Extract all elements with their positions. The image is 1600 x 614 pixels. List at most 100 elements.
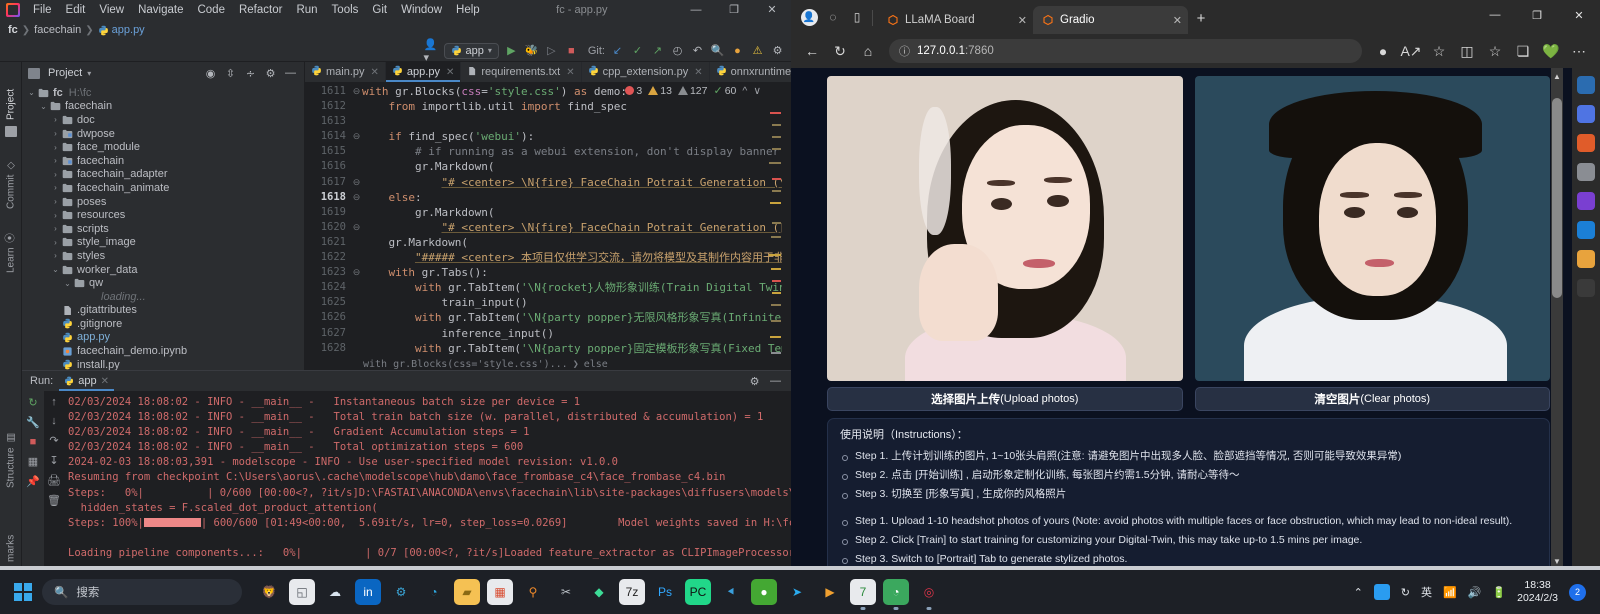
menu-window[interactable]: Window: [394, 2, 449, 18]
store-icon[interactable]: ▦: [487, 579, 513, 605]
vscode-icon[interactable]: ⯇: [718, 579, 744, 605]
project-file-tree[interactable]: ⌄ fc H:\fc ⌄ facechain › doc › dwpose › face_modul…: [22, 84, 304, 370]
breadcrumb-root[interactable]: fc: [8, 24, 18, 36]
git-history-icon[interactable]: ◴: [670, 43, 685, 58]
layout-icon[interactable]: ▦: [28, 455, 38, 468]
code-line[interactable]: inference_input(): [362, 326, 791, 341]
7zip-icon[interactable]: 7z: [619, 579, 645, 605]
favorites-icon[interactable]: ☆: [1482, 38, 1508, 64]
tree-item-poses[interactable]: › poses: [22, 195, 304, 209]
print-icon[interactable]: 🖨: [47, 474, 61, 487]
code-line[interactable]: "# <center> \N{fire} FaceChain Potrait G…: [362, 175, 791, 190]
inspection-marker[interactable]: [771, 304, 781, 306]
tree-item-face-module[interactable]: › face_module: [22, 140, 304, 154]
inspection-marker[interactable]: [771, 320, 781, 322]
wifi-icon[interactable]: 📶: [1443, 586, 1457, 599]
immersive-reader-icon[interactable]: A↗: [1398, 38, 1424, 64]
taskbar-search-box[interactable]: 🔍 搜索: [42, 579, 242, 605]
close-icon[interactable]: ✕: [101, 376, 109, 387]
inspection-marker[interactable]: [772, 292, 781, 294]
weather-icon[interactable]: ☁: [322, 579, 348, 605]
new-tab-button[interactable]: +: [1188, 5, 1214, 31]
sidebar-customize-icon[interactable]: [1577, 279, 1595, 297]
tree-item-dwpose[interactable]: › dwpose: [22, 127, 304, 141]
close-icon[interactable]: ✕: [371, 67, 379, 78]
code-line[interactable]: inference_inpaint(): [362, 356, 791, 358]
browser-maximize-button[interactable]: ❐: [1516, 0, 1558, 30]
tree-item-facechain-adapter[interactable]: › facechain_adapter: [22, 168, 304, 182]
code-folding-gutter[interactable]: ⊖ ⊖ ⊖ ⊖ ⊖ ⊖: [351, 82, 362, 357]
code-line[interactable]: gr.Markdown(: [362, 205, 791, 220]
code-line[interactable]: with gr.Tabs():: [362, 265, 791, 280]
git-push-icon[interactable]: ↗: [650, 43, 665, 58]
tree-expand-arrow-icon[interactable]: ›: [50, 129, 61, 138]
upload-photos-button[interactable]: 选择图片上传 (Upload photos): [827, 387, 1183, 411]
sidebar-item-project[interactable]: Project: [0, 64, 22, 124]
clear-all-icon[interactable]: 🗑: [47, 494, 61, 507]
profile-icon[interactable]: 👤: [797, 3, 821, 31]
inspection-marker[interactable]: [772, 280, 781, 282]
calendar-icon[interactable]: 7: [850, 579, 876, 605]
favorite-star-icon[interactable]: ☆: [1426, 38, 1452, 64]
run-settings-icon[interactable]: ⚙: [747, 374, 762, 389]
settings-icon[interactable]: ⚙: [770, 43, 785, 58]
browser-tab-gradio[interactable]: Gradio ✕: [1033, 6, 1188, 34]
sourcetree-icon[interactable]: ◆: [586, 579, 612, 605]
scroll-down-icon[interactable]: ↓: [51, 415, 57, 427]
menu-file[interactable]: File: [26, 2, 59, 18]
telegram-icon[interactable]: ➤: [784, 579, 810, 605]
hide-panel-icon[interactable]: —: [283, 66, 298, 81]
inspection-marker[interactable]: [770, 336, 781, 338]
inspection-marker[interactable]: [772, 124, 781, 126]
clear-photos-button[interactable]: 清空图片 (Clear photos): [1194, 387, 1550, 411]
collapse-all-icon[interactable]: ∻: [243, 66, 258, 81]
fold-toggle-icon[interactable]: ⊖: [351, 175, 362, 190]
onedrive-icon[interactable]: [1373, 584, 1390, 600]
code-line[interactable]: if find_spec('webui'):: [362, 129, 791, 144]
run-tab-app[interactable]: app ✕: [59, 371, 114, 391]
menu-refactor[interactable]: Refactor: [232, 2, 289, 18]
tree-item-facechain-demo-ipynb[interactable]: facechain_demo.ipynb: [22, 344, 304, 358]
inspection-marker[interactable]: [770, 202, 781, 204]
tree-expand-arrow-icon[interactable]: ›: [50, 251, 61, 260]
tree-item-doc[interactable]: › doc: [22, 113, 304, 127]
notifications-icon[interactable]: ●: [730, 43, 745, 58]
prev-problem-icon[interactable]: ^: [742, 85, 747, 97]
ide-maximize-button[interactable]: ❐: [715, 0, 753, 20]
scrollbar-thumb[interactable]: [1552, 98, 1562, 298]
scroll-down-icon[interactable]: ▼: [1553, 557, 1561, 566]
everything-search-icon[interactable]: ⚲: [520, 579, 546, 605]
menu-view[interactable]: View: [92, 2, 131, 18]
menu-run[interactable]: Run: [289, 2, 324, 18]
editor-tab-cpp-extension-py[interactable]: cpp_extension.py ✕: [582, 62, 710, 82]
tree-expand-arrow-icon[interactable]: ›: [50, 238, 61, 247]
tree-expand-arrow-icon[interactable]: ⌄: [38, 102, 49, 111]
scroll-up-icon[interactable]: ↑: [51, 396, 57, 408]
tree-item-install-py[interactable]: install.py: [22, 358, 304, 370]
ime-indicator[interactable]: 英: [1421, 584, 1432, 600]
close-icon[interactable]: ✕: [446, 67, 454, 78]
breadcrumb-folder[interactable]: facechain: [34, 24, 81, 36]
inspection-marker[interactable]: [769, 162, 781, 164]
editor-tab-bar[interactable]: main.py ✕ app.py ✕ requirements.txt ✕ cpp_exte…: [305, 62, 791, 82]
ide-minimize-button[interactable]: —: [677, 0, 715, 20]
chevron-down-icon[interactable]: ▾: [87, 69, 91, 78]
tree-item-styles[interactable]: › styles: [22, 249, 304, 263]
recorder-icon[interactable]: ◎: [916, 579, 942, 605]
code-line[interactable]: from importlib.util import find_spec: [362, 99, 791, 114]
soft-wrap-icon[interactable]: ↷: [49, 434, 58, 447]
tree-item-scripts[interactable]: › scripts: [22, 222, 304, 236]
tree-expand-arrow-icon[interactable]: ›: [50, 170, 61, 179]
tree-expand-arrow-icon[interactable]: ›: [50, 143, 61, 152]
tree-item-qw[interactable]: ⌄ qw: [22, 276, 304, 290]
aorus-icon[interactable]: 🦁: [256, 579, 282, 605]
linkedin-icon[interactable]: in: [355, 579, 381, 605]
menu-tools[interactable]: Tools: [325, 2, 366, 18]
tree-item--gitattributes[interactable]: .gitattributes: [22, 304, 304, 318]
debug-icon[interactable]: 🐝: [524, 43, 539, 58]
sidebar-office-icon[interactable]: [1577, 134, 1595, 152]
folder-icon[interactable]: ▰: [454, 579, 480, 605]
photoshop-icon[interactable]: Ps: [652, 579, 678, 605]
taskbar-app-icons[interactable]: 🦁 ◱ ☁ in ⚙ ◔ ▰ ▦ ⚲ ✂ ◆ 7z Ps PC ⯇ ● ➤ ▶ 7 ◔ ◎: [256, 579, 942, 605]
stop-icon[interactable]: ■: [564, 43, 579, 58]
